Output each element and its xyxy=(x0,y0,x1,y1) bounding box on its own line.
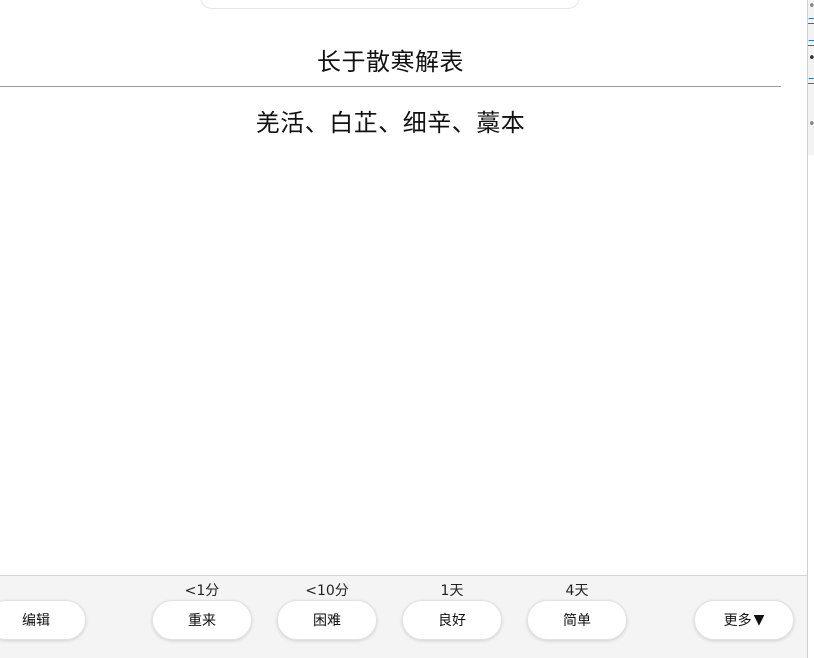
answer-toolbar: <1分 <10分 1天 4天 编辑 重来 困难 良好 简单 更多 ▼ xyxy=(0,575,807,658)
good-button[interactable]: 良好 xyxy=(402,600,502,640)
hard-interval: <10分 xyxy=(305,583,349,599)
good-button-label: 良好 xyxy=(438,613,466,629)
good-interval: 1天 xyxy=(440,583,464,599)
more-button-label: 更多 xyxy=(723,613,752,629)
answer-divider xyxy=(0,86,781,87)
card-content-area: 长于散寒解表 羌活、白芷、细辛、藁本 xyxy=(0,0,807,575)
adjacent-window-link[interactable]: – xyxy=(808,72,814,85)
card-front-text: 长于散寒解表 xyxy=(317,48,464,76)
edit-button-label: 编辑 xyxy=(22,613,50,629)
again-button[interactable]: 重来 xyxy=(152,600,252,640)
again-interval: <1分 xyxy=(184,583,220,599)
adjacent-window-link[interactable]: — xyxy=(808,34,814,47)
easy-interval: 4天 xyxy=(565,583,589,599)
adjacent-window-glyph: • xyxy=(808,118,814,131)
adjacent-window-glyph: • xyxy=(808,52,814,65)
card-back-text: 羌活、白芷、细辛、藁本 xyxy=(255,109,526,137)
adjacent-window-link[interactable]: – xyxy=(808,12,814,25)
hard-button-label: 困难 xyxy=(313,613,341,629)
hard-button[interactable]: 困难 xyxy=(277,600,377,640)
triangle-down-icon: ▼ xyxy=(753,612,765,628)
window-border xyxy=(807,155,814,658)
easy-button[interactable]: 简单 xyxy=(527,600,627,640)
review-window: 长于散寒解表 羌活、白芷、细辛、藁本 • – — • – • <1分 <10分 … xyxy=(0,0,814,658)
adjacent-window-edge: • – — • – • xyxy=(807,0,814,155)
easy-button-label: 简单 xyxy=(563,613,591,629)
top-field-edge xyxy=(200,0,580,9)
more-button[interactable]: 更多 ▼ xyxy=(694,600,794,640)
again-button-label: 重来 xyxy=(188,613,216,629)
edit-button[interactable]: 编辑 xyxy=(0,600,86,640)
